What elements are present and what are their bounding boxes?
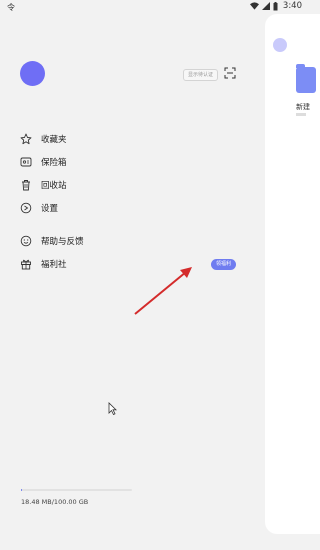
folder-meta <box>296 113 306 116</box>
menu-item-label: 帮助与反馈 <box>41 237 84 247</box>
menu-item-label: 福利社 <box>41 260 67 270</box>
scan-icon[interactable] <box>224 67 236 79</box>
side-drawer: 显示待认证 <box>0 14 262 550</box>
star-icon <box>20 133 32 145</box>
menu-item-label: 设置 <box>41 204 59 214</box>
menu-item-welfare[interactable]: 福利社 <box>20 256 67 272</box>
settings-icon <box>20 202 32 214</box>
promo-badge[interactable]: 领福利 <box>211 259 237 270</box>
status-indicators: 3:40 <box>249 1 302 11</box>
status-bar: 令 3:40 <box>0 0 308 14</box>
wifi-icon <box>249 2 259 10</box>
smile-icon <box>20 235 32 247</box>
folder-icon[interactable] <box>296 64 316 93</box>
menu-item-settings[interactable]: 设置 <box>20 200 58 216</box>
battery-icon <box>273 1 278 10</box>
verify-tag[interactable]: 显示待认证 <box>183 69 219 81</box>
main-panel: 新建 <box>265 14 320 534</box>
menu-item-safe[interactable]: 保险箱 <box>20 154 67 170</box>
menu-item-help[interactable]: 帮助与反馈 <box>20 233 84 249</box>
storage-bar <box>21 489 132 491</box>
notification-icon: 令 <box>7 3 15 12</box>
safe-icon <box>20 157 32 167</box>
storage-text: 18.48 MB/100.00 GB <box>21 498 89 506</box>
trash-icon <box>22 180 30 191</box>
mouse-cursor-icon <box>108 402 117 415</box>
menu-item-label: 保险箱 <box>41 158 67 168</box>
avatar[interactable] <box>20 61 45 86</box>
folder-name[interactable]: 新建 <box>296 102 310 112</box>
avatar[interactable] <box>273 38 287 52</box>
menu-item-label: 收藏夹 <box>41 135 67 145</box>
storage-fill <box>21 489 23 491</box>
menu-item-trash[interactable]: 回收站 <box>20 177 67 193</box>
menu-item-favorites[interactable]: 收藏夹 <box>20 131 67 147</box>
clock: 3:40 <box>282 1 302 11</box>
signal-icon <box>261 2 270 10</box>
gift-icon <box>21 259 31 270</box>
menu-item-label: 回收站 <box>41 181 67 191</box>
